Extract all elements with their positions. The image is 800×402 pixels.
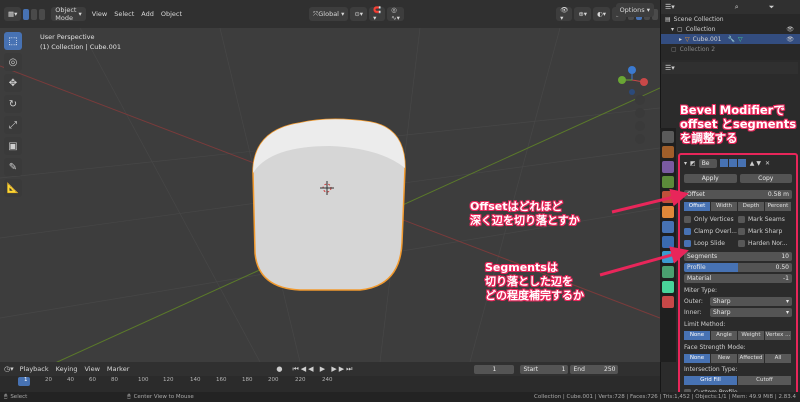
offset-arrow: [611, 188, 689, 214]
frame-tick-label: 1: [24, 377, 28, 383]
segments-arrow: [599, 246, 689, 277]
annotation-arrows: [599, 188, 689, 277]
